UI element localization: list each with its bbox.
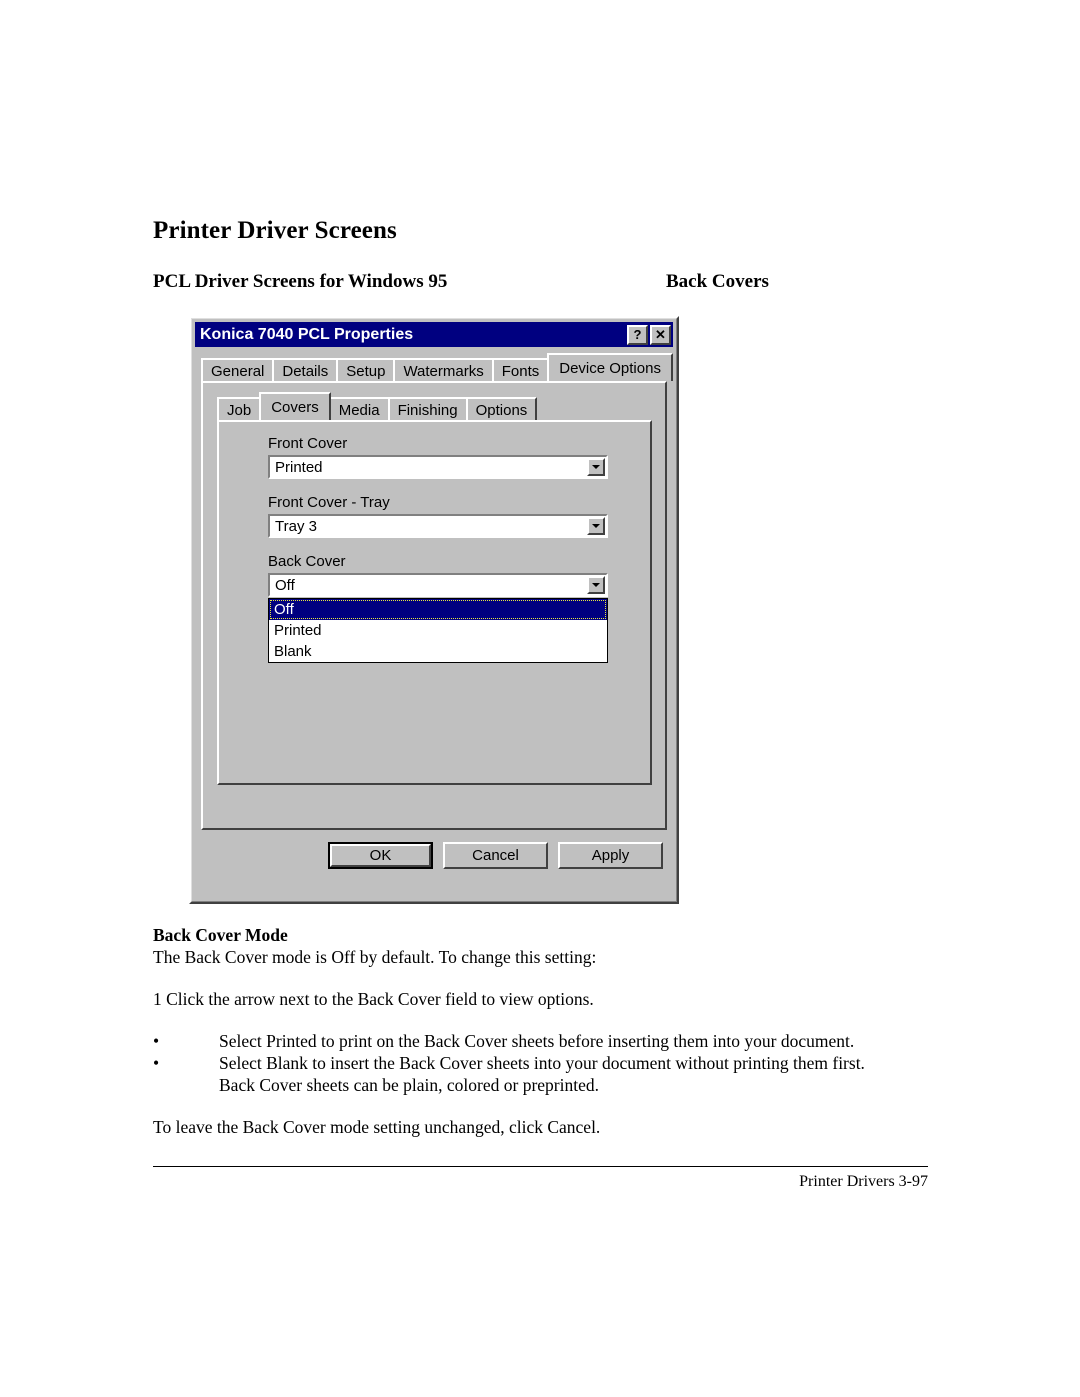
printer-properties-dialog: Konica 7040 PCL Properties ? ✕ General D… [189, 316, 679, 904]
dialog-title: Konica 7040 PCL Properties [200, 325, 414, 343]
bullet-marker: • [153, 1053, 160, 1073]
chevron-down-icon[interactable] [587, 517, 605, 535]
tab-options[interactable]: Options [465, 397, 538, 420]
front-cover-label: Front Cover [268, 435, 348, 452]
covers-form: Front Cover Printed Front Cover - Tray T… [219, 422, 650, 663]
back-cover-label: Back Cover [268, 553, 346, 570]
back-cover-combobox[interactable]: Off [268, 573, 608, 597]
bullet-text: Select Printed to print on the Back Cove… [219, 1031, 855, 1051]
footer-divider [153, 1166, 928, 1167]
back-cover-dropdown-list[interactable]: Off Printed Blank [268, 598, 608, 663]
tab-details[interactable]: Details [272, 358, 339, 381]
tab-finishing[interactable]: Finishing [387, 397, 468, 420]
arrow-glyph [592, 465, 600, 469]
ok-button[interactable]: OK [330, 844, 431, 867]
dialog-titlebar[interactable]: Konica 7040 PCL Properties ? ✕ [195, 322, 673, 347]
front-cover-tray-label: Front Cover - Tray [268, 494, 390, 511]
intro-paragraph: The Back Cover mode is Off by default. T… [153, 947, 597, 967]
tab-covers[interactable]: Covers [259, 392, 331, 420]
covers-tabpage: Front Cover Printed Front Cover - Tray T… [217, 420, 652, 785]
footer-page-label: Printer Drivers 3-97 [799, 1173, 928, 1190]
dropdown-option-blank[interactable]: Blank [269, 641, 607, 662]
dialog-buttonbar: OK Cancel Apply [195, 842, 663, 869]
chevron-down-icon[interactable] [587, 458, 605, 476]
front-cover-combobox[interactable]: Printed [268, 455, 608, 479]
back-cover-value: Off [275, 577, 295, 594]
tab-job[interactable]: Job [217, 397, 262, 420]
bullet-marker: • [153, 1031, 160, 1051]
back-cover-mode-heading: Back Cover Mode [153, 925, 288, 945]
help-icon[interactable]: ? [627, 324, 648, 345]
apply-button[interactable]: Apply [558, 842, 663, 869]
cancel-button-wrapper: Cancel [443, 842, 548, 869]
dropdown-option-off[interactable]: Off [269, 599, 607, 620]
tab-general[interactable]: General [201, 358, 275, 381]
front-cover-tray-value: Tray 3 [275, 518, 317, 535]
closing-paragraph: To leave the Back Cover mode setting unc… [153, 1117, 601, 1137]
apply-button-wrapper: Apply [558, 842, 663, 869]
front-cover-value: Printed [275, 459, 323, 476]
section-subheading-left: PCL Driver Screens for Windows 95 [153, 271, 448, 292]
ok-button-wrapper: OK [328, 842, 433, 869]
page-title: Printer Driver Screens [153, 217, 397, 244]
device-options-tabpage: Job Covers Media Finishing Options Front… [201, 381, 667, 830]
section-subheading-right: Back Covers [666, 271, 769, 292]
cancel-button[interactable]: Cancel [443, 842, 548, 869]
outer-tabstrip: General Details Setup Watermarks Fonts D… [201, 353, 673, 381]
tab-setup[interactable]: Setup [336, 358, 396, 381]
bullet-text-continued: Back Cover sheets can be plain, colored … [219, 1075, 600, 1095]
dialog-inner-frame: Konica 7040 PCL Properties ? ✕ General D… [191, 318, 677, 902]
tab-fonts[interactable]: Fonts [491, 358, 550, 381]
tab-device-options[interactable]: Device Options [547, 353, 673, 381]
arrow-glyph [592, 583, 600, 587]
dropdown-option-printed[interactable]: Printed [269, 620, 607, 641]
tab-media[interactable]: Media [328, 397, 390, 420]
close-icon[interactable]: ✕ [650, 324, 671, 345]
front-cover-tray-combobox[interactable]: Tray 3 [268, 514, 608, 538]
bullet-text: Select Blank to insert the Back Cover sh… [219, 1053, 865, 1073]
tab-watermarks[interactable]: Watermarks [393, 358, 494, 381]
arrow-glyph [592, 524, 600, 528]
chevron-down-icon[interactable] [587, 576, 605, 594]
inner-tabstrip: Job Covers Media Finishing Options [217, 392, 665, 420]
step-one: 1 Click the arrow next to the Back Cover… [153, 989, 594, 1009]
